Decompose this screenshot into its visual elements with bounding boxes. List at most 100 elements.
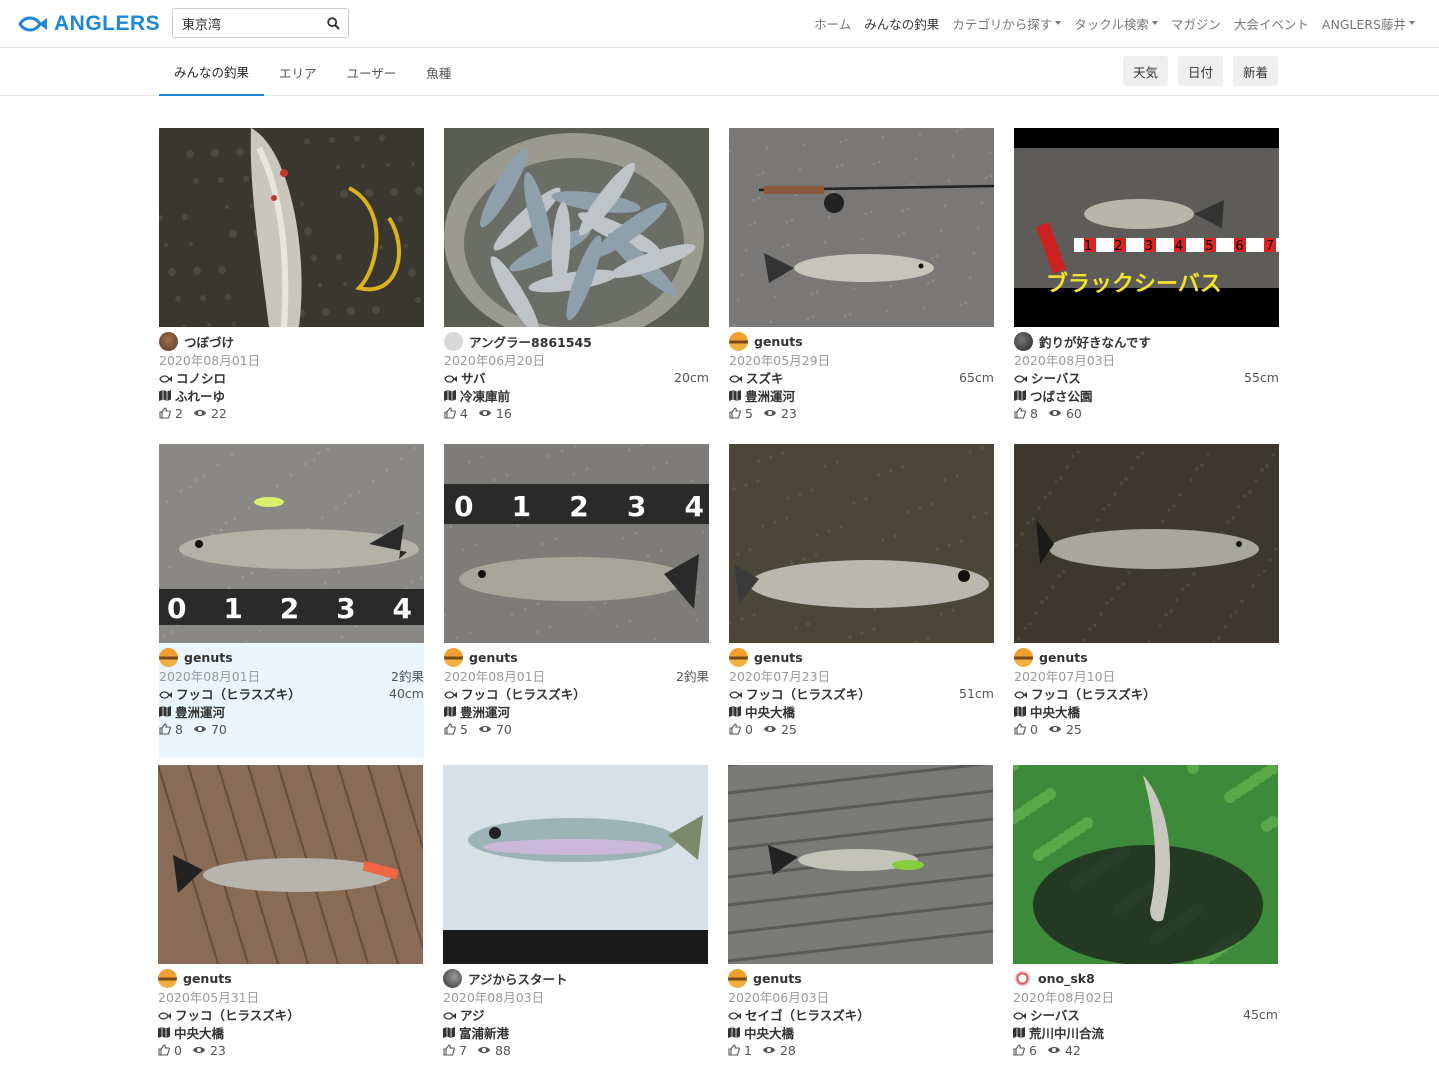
user-name[interactable]: genuts — [1039, 650, 1088, 665]
avatar[interactable] — [1014, 647, 1033, 667]
catch-photo[interactable]: 0 1 2 3 4 — [159, 444, 424, 643]
user-name[interactable]: アングラー8861545 — [469, 332, 592, 351]
fish-species[interactable]: シーバス — [1030, 1008, 1080, 1023]
catch-photo[interactable] — [1013, 765, 1278, 964]
tab-1[interactable]: エリア — [264, 48, 332, 96]
user-name[interactable]: genuts — [184, 650, 233, 665]
avatar[interactable] — [1013, 968, 1032, 988]
catch-photo[interactable]: 0 1 2 3 4 — [444, 444, 709, 643]
thumbs-up-icon[interactable] — [1013, 1044, 1025, 1056]
avatar[interactable] — [729, 647, 748, 667]
sort-button-1[interactable]: 日付 — [1177, 56, 1223, 86]
nav-item-6[interactable]: ANGLERS藤井 — [1322, 14, 1415, 33]
fish-species[interactable]: セイゴ（ヒラスズキ） — [745, 1008, 870, 1023]
anglers-logo[interactable]: ANGLERS — [18, 12, 160, 36]
fishing-spot[interactable]: つばさ公園 — [1030, 386, 1093, 405]
fishing-spot[interactable]: 豊洲運河 — [460, 702, 510, 721]
fishing-spot[interactable]: 冷凍庫前 — [460, 386, 510, 405]
catch-card[interactable]: 1 2 3 4 5 6 7 ブラックシーバス 釣りが好きなんです 2020年08月… — [1014, 128, 1279, 442]
catch-card[interactable]: アングラー8861545 2020年06月20日 サバ 20cm 冷凍庫前 4 16 — [444, 128, 709, 442]
catch-card[interactable]: genuts 2020年05月29日 スズキ 65cm 豊洲運河 5 23 — [729, 128, 994, 442]
user-name[interactable]: genuts — [183, 971, 232, 986]
fish-species[interactable]: アジ — [460, 1008, 485, 1023]
user-name[interactable]: アジからスタート — [468, 969, 568, 988]
catch-photo[interactable] — [1014, 444, 1279, 643]
search-input[interactable] — [173, 10, 313, 36]
fishing-spot[interactable]: ふれーゆ — [175, 386, 225, 405]
sort-button-2[interactable]: 新着 — [1232, 56, 1278, 86]
fish-species[interactable]: サバ — [461, 371, 486, 386]
thumbs-up-icon[interactable] — [1014, 407, 1026, 419]
thumbs-up-icon[interactable] — [729, 723, 741, 735]
nav-item-4[interactable]: マガジン — [1171, 14, 1221, 33]
nav-item-1[interactable]: みんなの釣果 — [864, 14, 939, 33]
nav-item-2[interactable]: カテゴリから探す — [952, 14, 1062, 33]
tab-2[interactable]: ユーザー — [332, 48, 412, 96]
thumbs-up-icon[interactable] — [444, 723, 456, 735]
fish-species[interactable]: コノシロ — [176, 371, 226, 386]
fishing-spot[interactable]: 中央大橋 — [744, 1023, 794, 1042]
avatar[interactable] — [1014, 331, 1033, 351]
catch-card[interactable]: アジからスタート 2020年08月03日 アジ 富浦新港 7 88 — [443, 765, 708, 1079]
search-box[interactable] — [172, 8, 349, 38]
catch-photo[interactable] — [729, 128, 994, 327]
avatar[interactable] — [159, 331, 178, 351]
avatar[interactable] — [158, 968, 177, 988]
user-name[interactable]: genuts — [753, 971, 802, 986]
thumbs-up-icon[interactable] — [728, 1044, 740, 1056]
avatar[interactable] — [444, 647, 463, 667]
thumbs-up-icon[interactable] — [159, 723, 171, 735]
nav-item-0[interactable]: ホーム — [814, 14, 851, 33]
avatar[interactable] — [443, 968, 462, 988]
catch-photo[interactable] — [728, 765, 993, 964]
fishing-spot[interactable]: 荒川中川合流 — [1029, 1023, 1104, 1042]
fishing-spot[interactable]: 豊洲運河 — [745, 386, 795, 405]
catch-card[interactable]: つぼづけ 2020年08月01日 コノシロ ふれーゆ 2 22 — [159, 128, 424, 442]
user-name[interactable]: genuts — [469, 650, 518, 665]
catch-photo[interactable]: 1 2 3 4 5 6 7 ブラックシーバス — [1014, 128, 1279, 327]
fish-species[interactable]: フッコ（ヒラスズキ） — [175, 1008, 300, 1023]
catch-photo[interactable] — [443, 765, 708, 964]
thumbs-up-icon[interactable] — [444, 407, 456, 419]
search-button[interactable] — [318, 9, 348, 37]
nav-item-5[interactable]: 大会イベント — [1234, 14, 1309, 33]
thumbs-up-icon[interactable] — [443, 1044, 455, 1056]
avatar[interactable] — [729, 331, 748, 351]
fishing-spot[interactable]: 中央大橋 — [1030, 702, 1080, 721]
catch-photo[interactable] — [444, 128, 709, 327]
avatar[interactable] — [159, 647, 178, 667]
fish-species[interactable]: フッコ（ヒラスズキ） — [1031, 687, 1156, 702]
user-name[interactable]: 釣りが好きなんです — [1039, 332, 1151, 351]
catch-card[interactable]: 0 1 2 3 4 genuts 2020年08月01日 2釣果 フッコ（ヒラスズ… — [444, 444, 709, 758]
tab-3[interactable]: 魚種 — [411, 48, 466, 96]
fish-species[interactable]: フッコ（ヒラスズキ） — [176, 687, 301, 702]
fishing-spot[interactable]: 中央大橋 — [174, 1023, 224, 1042]
catch-card[interactable]: genuts 2020年07月23日 フッコ（ヒラスズキ） 51cm 中央大橋 0… — [729, 444, 994, 758]
catch-card[interactable]: genuts 2020年07月10日 フッコ（ヒラスズキ） 中央大橋 0 25 — [1014, 444, 1279, 758]
fish-species[interactable]: スズキ — [746, 371, 784, 386]
catch-photo[interactable] — [729, 444, 994, 643]
sort-button-0[interactable]: 天気 — [1122, 56, 1168, 86]
fish-species[interactable]: シーバス — [1031, 371, 1081, 386]
fish-species[interactable]: フッコ（ヒラスズキ） — [461, 687, 586, 702]
user-name[interactable]: ono_sk8 — [1038, 971, 1095, 986]
fish-species[interactable]: フッコ（ヒラスズキ） — [746, 687, 871, 702]
catch-card[interactable]: ono_sk8 2020年08月02日 シーバス 45cm 荒川中川合流 6 42 — [1013, 765, 1278, 1079]
catch-card[interactable]: genuts 2020年06月03日 セイゴ（ヒラスズキ） 中央大橋 1 28 — [728, 765, 993, 1079]
user-name[interactable]: genuts — [754, 334, 803, 349]
catch-card[interactable]: 0 1 2 3 4 genuts 2020年08月01日 2釣果 フッコ（ヒラスズ… — [159, 444, 424, 758]
thumbs-up-icon[interactable] — [159, 407, 171, 419]
thumbs-up-icon[interactable] — [729, 407, 741, 419]
fishing-spot[interactable]: 豊洲運河 — [175, 702, 225, 721]
avatar[interactable] — [444, 331, 463, 351]
user-name[interactable]: genuts — [754, 650, 803, 665]
thumbs-up-icon[interactable] — [158, 1044, 170, 1056]
fishing-spot[interactable]: 富浦新港 — [459, 1023, 509, 1042]
catch-card[interactable]: genuts 2020年05月31日 フッコ（ヒラスズキ） 中央大橋 0 23 — [158, 765, 423, 1079]
catch-photo[interactable] — [158, 765, 423, 964]
avatar[interactable] — [728, 968, 747, 988]
nav-item-3[interactable]: タックル検索 — [1074, 14, 1158, 33]
tab-0[interactable]: みんなの釣果 — [159, 48, 265, 96]
thumbs-up-icon[interactable] — [1014, 723, 1026, 735]
user-name[interactable]: つぼづけ — [184, 332, 234, 351]
